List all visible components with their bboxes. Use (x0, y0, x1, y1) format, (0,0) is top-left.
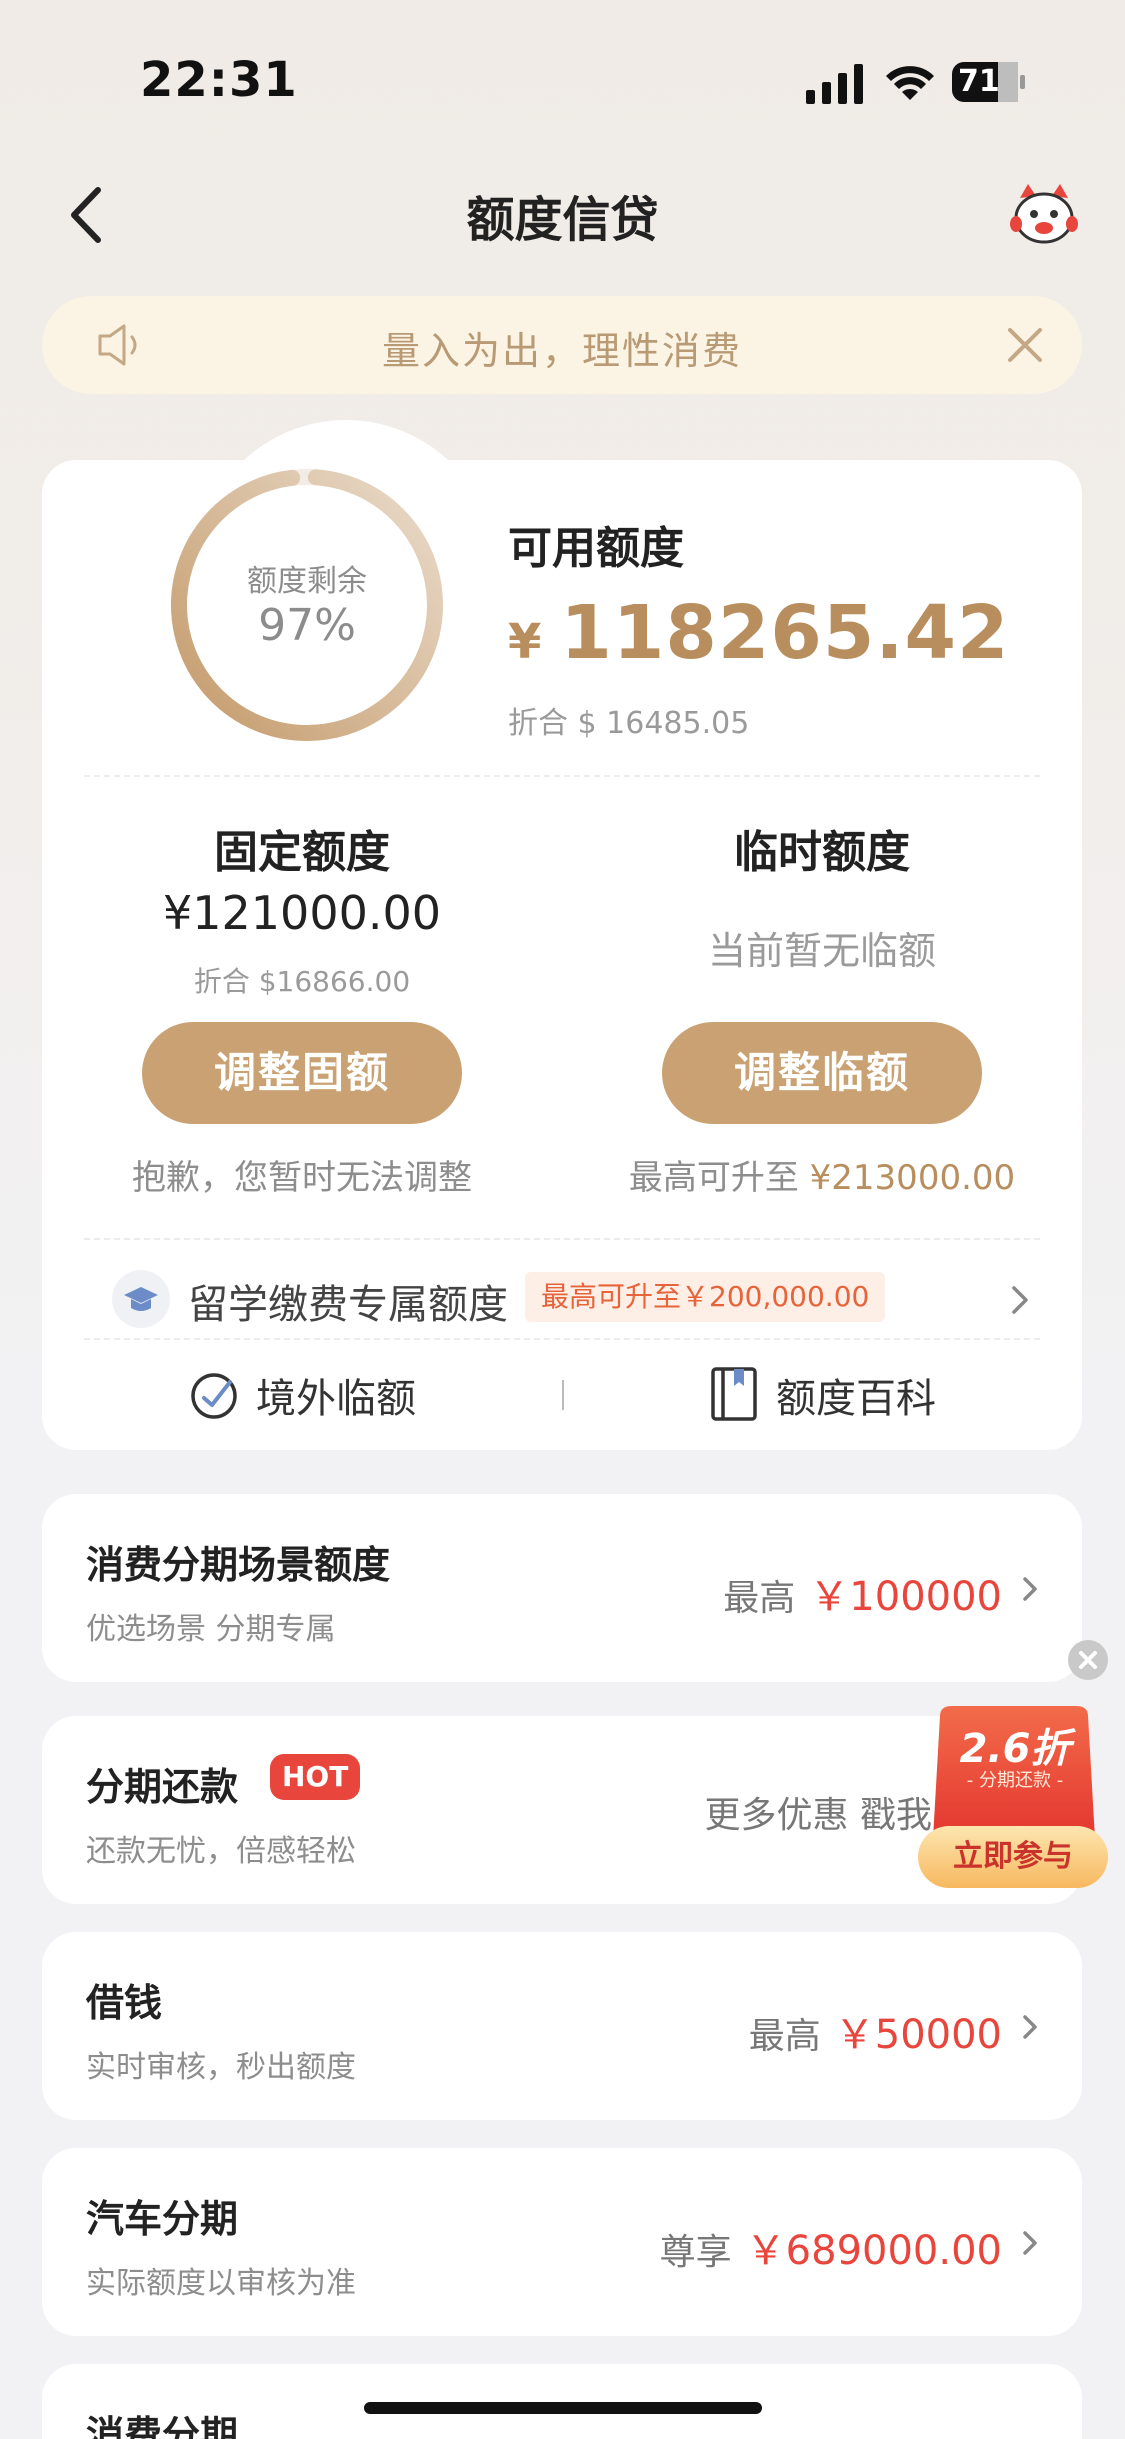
list-item-title: 借钱 (86, 1981, 163, 2025)
vertical-divider (562, 1380, 564, 1410)
available-label: 可用额度 (508, 523, 684, 574)
mascot-service-icon[interactable] (1010, 184, 1078, 246)
overseas-credit-link[interactable]: 境外临额 (256, 1366, 416, 1424)
list-item-right: 尊享 ￥689000.00 (660, 2218, 1002, 2276)
temp-credit-title: 临时额度 (734, 827, 910, 878)
page-title: 额度信贷 (466, 192, 659, 248)
study-abroad-label[interactable]: 留学缴费专属额度 (188, 1272, 508, 1330)
list-item-subtitle: 还款无忧，倍感轻松 (86, 1834, 356, 1869)
notice-bar: 量入为出，理性消费 (42, 296, 1082, 394)
right-prefix: 更多优惠 戳我 (704, 1795, 932, 1836)
battery-level: 71 (958, 64, 1000, 99)
currency-symbol: ¥ (508, 614, 543, 670)
available-value: 118265.42 (560, 590, 1010, 676)
right-prefix: 最高 (748, 2016, 821, 2057)
fixed-credit-amount: ¥121000.00 (162, 886, 442, 940)
temp-adjust-note: 最高可升至 ¥213000.00 (602, 1150, 1042, 1199)
list-item-borrow[interactable]: 借钱 实时审核，秒出额度 最高 ￥50000 (42, 1932, 1082, 2120)
promo-join-button[interactable]: 立即参与 (918, 1826, 1108, 1888)
available-converted: 折合 $ 16485.05 (508, 706, 750, 741)
battery-icon: 71 (952, 62, 1026, 102)
list-item-right: 最高 ￥100000 (723, 1564, 1002, 1622)
chevron-right-icon[interactable] (1008, 1280, 1032, 1320)
list-item-title: 消费分期场景额度 (86, 1543, 391, 1587)
status-time: 22:31 (140, 52, 298, 108)
book-icon[interactable] (710, 1366, 758, 1422)
promo-tag: - 分期还款 - (966, 1770, 1064, 1791)
list-item-scene-installment[interactable]: 消费分期场景额度 优选场景 分期专属 最高 ￥100000 (42, 1494, 1082, 1682)
right-value: ￥50000 (834, 2012, 1002, 2058)
chevron-right-icon (1023, 1577, 1037, 1601)
credit-card: 额度剩余 97% 可用额度 ¥118265.42 折合 $ 16485.05 固… (42, 420, 1082, 1450)
promo-close-button[interactable] (1068, 1640, 1108, 1680)
ring-percent: 97% (258, 600, 356, 651)
temp-note-amount: ¥213000.00 (809, 1158, 1016, 1198)
list-item-right: 最高 ￥50000 (749, 2002, 1002, 2060)
list-item-subtitle: 优选场景 分期专属 (86, 1612, 336, 1647)
right-prefix: 尊享 (659, 2232, 732, 2273)
cellular-signal-icon (806, 64, 863, 104)
fixed-adjust-note: 抱歉，您暂时无法调整 (132, 1158, 472, 1198)
temp-note-prefix: 最高可升至 (628, 1158, 799, 1198)
right-prefix: 最高 (723, 1578, 796, 1619)
temp-credit-status: 当前暂无临额 (707, 929, 936, 973)
right-value: ￥689000.00 (745, 2228, 1002, 2274)
right-value: ￥100000 (809, 1574, 1002, 1620)
chevron-right-icon (1023, 2015, 1037, 2039)
ring-label: 额度剩余 (247, 564, 367, 599)
list-item-right: 更多优惠 戳我 (705, 1786, 932, 1838)
study-abroad-badge: 最高可升至￥200,000.00 (525, 1272, 886, 1322)
notice-text: 量入为出，理性消费 (381, 329, 742, 373)
overseas-credit-icon[interactable] (188, 1368, 242, 1422)
graduation-cap-icon (112, 1270, 170, 1328)
list-item-subtitle: 实际额度以审核为准 (86, 2266, 356, 2301)
hot-badge: HOT (270, 1754, 361, 1800)
fixed-credit-title: 固定额度 (214, 827, 390, 878)
available-amount: ¥118265.42 (508, 590, 1009, 676)
list-item-title: 分期还款 (86, 1765, 239, 1809)
divider (84, 1338, 1040, 1340)
notice-close-icon[interactable] (1004, 324, 1046, 366)
home-indicator (364, 2402, 762, 2414)
credit-encyclopedia-link[interactable]: 额度百科 (776, 1366, 936, 1424)
adjust-fixed-button[interactable]: 调整固额 (142, 1022, 462, 1124)
fixed-credit-converted: 折合 $16866.00 (193, 965, 411, 998)
divider (84, 1238, 1040, 1240)
list-item-subtitle: 实时审核，秒出额度 (86, 2050, 356, 2085)
chevron-right-icon (1023, 2231, 1037, 2255)
wifi-icon (886, 66, 934, 100)
list-item-title: 汽车分期 (86, 2197, 239, 2241)
list-item-car-installment[interactable]: 汽车分期 实际额度以审核为准 尊享 ￥689000.00 (42, 2148, 1082, 2336)
divider (84, 775, 1040, 777)
adjust-temp-button[interactable]: 调整临额 (662, 1022, 982, 1124)
list-item-title: 消费分期 (86, 2413, 239, 2439)
